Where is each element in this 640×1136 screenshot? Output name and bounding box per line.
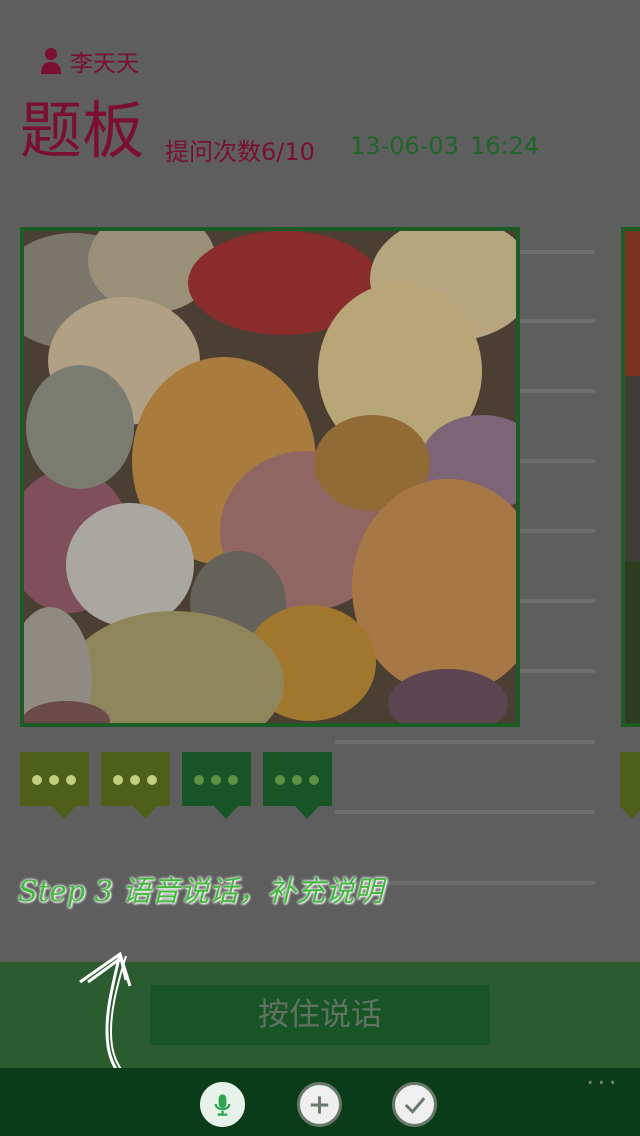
bubble-tail	[620, 806, 640, 819]
add-button[interactable]	[297, 1082, 342, 1127]
next-photo-thumbnail[interactable]	[621, 227, 640, 727]
comment-dot	[66, 775, 76, 785]
comment-dot	[211, 775, 221, 785]
comment-dots-icon	[194, 775, 204, 785]
comment-dot	[228, 775, 238, 785]
comment-bubble-button[interactable]	[182, 752, 251, 819]
bubble-tail	[133, 806, 157, 819]
comment-bubble-button[interactable]	[101, 752, 170, 819]
comment-bubble-button[interactable]	[20, 752, 89, 819]
microphone-icon	[214, 1093, 231, 1116]
comment-dots-icon	[32, 775, 42, 785]
confirm-button[interactable]	[392, 1082, 437, 1127]
bubble-tail	[52, 806, 76, 819]
next-comment-bubble[interactable]	[620, 752, 640, 819]
bubble-tail	[295, 806, 319, 819]
comment-dot	[49, 775, 59, 785]
panel-line	[335, 740, 595, 744]
add-icon	[310, 1095, 329, 1114]
user-name: 李天天	[70, 51, 139, 77]
page-title: 题板	[20, 94, 145, 167]
question-count: 提问次数6/10	[165, 138, 315, 166]
question-date: 13-06-03	[350, 132, 459, 160]
check-icon	[404, 1096, 426, 1114]
bubble-tail	[214, 806, 238, 819]
comment-bubble-button[interactable]	[263, 752, 332, 819]
comment-dot	[309, 775, 319, 785]
question-time: 16:24	[470, 132, 540, 160]
user-icon	[41, 48, 61, 74]
pebbles-photo[interactable]	[20, 227, 520, 727]
step-annotation: Step 3 语音说话，补充说明	[18, 874, 384, 908]
user-info: 李天天	[40, 44, 139, 78]
comment-dots-icon	[275, 775, 285, 785]
more-options[interactable]: ...	[586, 1063, 620, 1089]
comment-dot	[130, 775, 140, 785]
comment-dots-icon	[113, 775, 123, 785]
panel-line	[335, 810, 595, 814]
comment-dot	[292, 775, 302, 785]
comment-dot	[147, 775, 157, 785]
microphone-button[interactable]	[200, 1082, 245, 1127]
pebbles-image	[24, 231, 516, 723]
